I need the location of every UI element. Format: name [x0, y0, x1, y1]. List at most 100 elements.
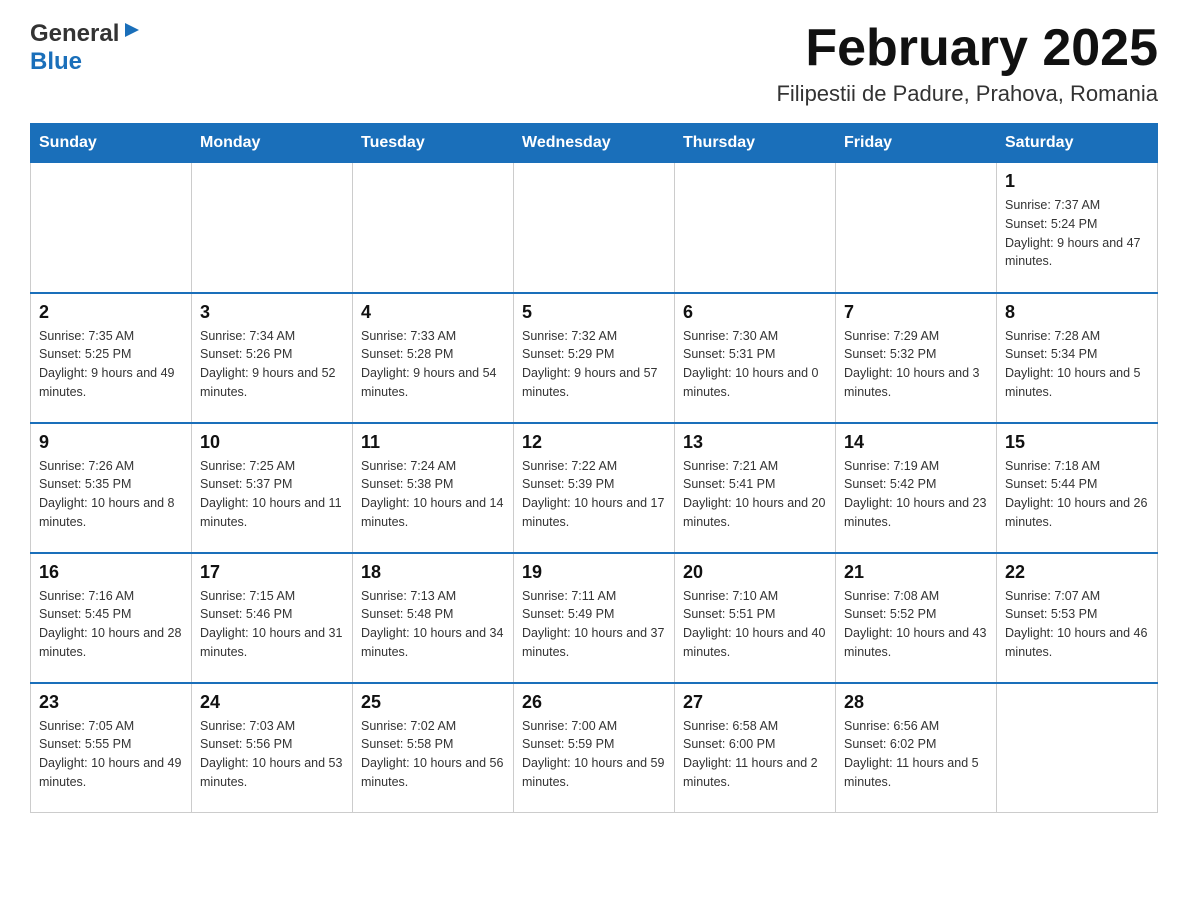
- calendar-cell: 4Sunrise: 7:33 AMSunset: 5:28 PMDaylight…: [353, 293, 514, 423]
- day-number: 22: [1005, 562, 1149, 583]
- header-friday: Friday: [836, 124, 997, 163]
- calendar-cell: 20 Sunrise: 7:10 AMSunset: 5:51 PMDayligh…: [675, 553, 836, 683]
- logo-blue-text: Blue: [30, 48, 82, 76]
- day-number: 14: [844, 432, 988, 453]
- day-info: Sunrise: 7:03 AMSunset: 5:56 PMDaylight:…: [200, 717, 344, 792]
- day-info: Sunrise: 7:07 AMSunset: 5:53 PMDaylight:…: [1005, 587, 1149, 662]
- day-number: 3: [200, 302, 344, 323]
- day-number: 8: [1005, 302, 1149, 323]
- calendar-cell: 25Sunrise: 7:02 AMSunset: 5:58 PMDayligh…: [353, 683, 514, 813]
- day-info: Sunrise: 7:13 AMSunset: 5:48 PMDaylight:…: [361, 587, 505, 662]
- calendar-cell: 15 Sunrise: 7:18 AMSunset: 5:44 PMDayligh…: [997, 423, 1158, 553]
- header-tuesday: Tuesday: [353, 124, 514, 163]
- calendar-cell: 17 Sunrise: 7:15 AMSunset: 5:46 PMDayligh…: [192, 553, 353, 683]
- day-number: 10: [200, 432, 344, 453]
- logo-general-text: General: [30, 20, 119, 48]
- calendar-cell: 19 Sunrise: 7:11 AMSunset: 5:49 PMDayligh…: [514, 553, 675, 683]
- day-number: 21: [844, 562, 988, 583]
- calendar-cell: [192, 163, 353, 293]
- title-block: February 2025 Filipestii de Padure, Prah…: [776, 20, 1158, 107]
- day-info: Sunrise: 7:19 AMSunset: 5:42 PMDaylight:…: [844, 457, 988, 532]
- calendar-cell: 16 Sunrise: 7:16 AMSunset: 5:45 PMDayligh…: [31, 553, 192, 683]
- calendar-cell: 7Sunrise: 7:29 AMSunset: 5:32 PMDaylight…: [836, 293, 997, 423]
- calendar-cell: 11Sunrise: 7:24 AMSunset: 5:38 PMDayligh…: [353, 423, 514, 553]
- calendar-table: Sunday Monday Tuesday Wednesday Thursday…: [30, 123, 1158, 813]
- day-number: 24: [200, 692, 344, 713]
- day-info: Sunrise: 7:33 AMSunset: 5:28 PMDaylight:…: [361, 327, 505, 402]
- day-number: 20: [683, 562, 827, 583]
- day-info: Sunrise: 7:28 AMSunset: 5:34 PMDaylight:…: [1005, 327, 1149, 402]
- calendar-cell: [31, 163, 192, 293]
- calendar-cell: 9 Sunrise: 7:26 AMSunset: 5:35 PMDaylight…: [31, 423, 192, 553]
- calendar-cell: 28Sunrise: 6:56 AMSunset: 6:02 PMDayligh…: [836, 683, 997, 813]
- day-info: Sunrise: 7:24 AMSunset: 5:38 PMDaylight:…: [361, 457, 505, 532]
- logo-chevron-icon: [123, 21, 141, 44]
- day-info: Sunrise: 7:08 AMSunset: 5:52 PMDaylight:…: [844, 587, 988, 662]
- calendar-week-row: 16 Sunrise: 7:16 AMSunset: 5:45 PMDayligh…: [31, 553, 1158, 683]
- day-info: Sunrise: 7:21 AMSunset: 5:41 PMDaylight:…: [683, 457, 827, 532]
- day-number: 19: [522, 562, 666, 583]
- calendar-cell: [675, 163, 836, 293]
- page-title: February 2025: [776, 20, 1158, 77]
- day-number: 6: [683, 302, 827, 323]
- day-number: 9: [39, 432, 183, 453]
- calendar-cell: 10 Sunrise: 7:25 AMSunset: 5:37 PMDayligh…: [192, 423, 353, 553]
- day-number: 18: [361, 562, 505, 583]
- calendar-header-row: Sunday Monday Tuesday Wednesday Thursday…: [31, 124, 1158, 163]
- day-number: 1: [1005, 171, 1149, 192]
- day-info: Sunrise: 7:22 AMSunset: 5:39 PMDaylight:…: [522, 457, 666, 532]
- page-subtitle: Filipestii de Padure, Prahova, Romania: [776, 81, 1158, 107]
- calendar-cell: 18 Sunrise: 7:13 AMSunset: 5:48 PMDayligh…: [353, 553, 514, 683]
- calendar-cell: 14 Sunrise: 7:19 AMSunset: 5:42 PMDayligh…: [836, 423, 997, 553]
- calendar-cell: 2 Sunrise: 7:35 AMSunset: 5:25 PMDaylight…: [31, 293, 192, 423]
- day-info: Sunrise: 7:34 AMSunset: 5:26 PMDaylight:…: [200, 327, 344, 402]
- day-info: Sunrise: 7:16 AMSunset: 5:45 PMDaylight:…: [39, 587, 183, 662]
- day-info: Sunrise: 7:37 AMSunset: 5:24 PMDaylight:…: [1005, 196, 1149, 271]
- calendar-cell: 3 Sunrise: 7:34 AMSunset: 5:26 PMDaylight…: [192, 293, 353, 423]
- day-info: Sunrise: 7:26 AMSunset: 5:35 PMDaylight:…: [39, 457, 183, 532]
- calendar-week-row: 9 Sunrise: 7:26 AMSunset: 5:35 PMDaylight…: [31, 423, 1158, 553]
- logo: General Blue: [30, 20, 141, 76]
- header-thursday: Thursday: [675, 124, 836, 163]
- calendar-cell: 22 Sunrise: 7:07 AMSunset: 5:53 PMDayligh…: [997, 553, 1158, 683]
- calendar-cell: [353, 163, 514, 293]
- day-number: 23: [39, 692, 183, 713]
- calendar-cell: [514, 163, 675, 293]
- calendar-week-row: 23 Sunrise: 7:05 AMSunset: 5:55 PMDayligh…: [31, 683, 1158, 813]
- day-info: Sunrise: 7:15 AMSunset: 5:46 PMDaylight:…: [200, 587, 344, 662]
- calendar-cell: 13 Sunrise: 7:21 AMSunset: 5:41 PMDayligh…: [675, 423, 836, 553]
- calendar-cell: 23 Sunrise: 7:05 AMSunset: 5:55 PMDayligh…: [31, 683, 192, 813]
- calendar-week-row: 2 Sunrise: 7:35 AMSunset: 5:25 PMDaylight…: [31, 293, 1158, 423]
- day-info: Sunrise: 7:10 AMSunset: 5:51 PMDaylight:…: [683, 587, 827, 662]
- day-info: Sunrise: 7:32 AMSunset: 5:29 PMDaylight:…: [522, 327, 666, 402]
- calendar-cell: 6Sunrise: 7:30 AMSunset: 5:31 PMDaylight…: [675, 293, 836, 423]
- calendar-cell: 8 Sunrise: 7:28 AMSunset: 5:34 PMDaylight…: [997, 293, 1158, 423]
- day-info: Sunrise: 7:25 AMSunset: 5:37 PMDaylight:…: [200, 457, 344, 532]
- day-info: Sunrise: 7:00 AMSunset: 5:59 PMDaylight:…: [522, 717, 666, 792]
- calendar-cell: 27 Sunrise: 6:58 AMSunset: 6:00 PMDayligh…: [675, 683, 836, 813]
- calendar-cell: [836, 163, 997, 293]
- day-number: 5: [522, 302, 666, 323]
- day-info: Sunrise: 7:18 AMSunset: 5:44 PMDaylight:…: [1005, 457, 1149, 532]
- day-info: Sunrise: 7:11 AMSunset: 5:49 PMDaylight:…: [522, 587, 666, 662]
- calendar-cell: 5 Sunrise: 7:32 AMSunset: 5:29 PMDaylight…: [514, 293, 675, 423]
- day-number: 2: [39, 302, 183, 323]
- day-number: 17: [200, 562, 344, 583]
- calendar-cell: [997, 683, 1158, 813]
- header-sunday: Sunday: [31, 124, 192, 163]
- day-number: 12: [522, 432, 666, 453]
- day-number: 15: [1005, 432, 1149, 453]
- header-saturday: Saturday: [997, 124, 1158, 163]
- day-number: 16: [39, 562, 183, 583]
- calendar-cell: 1 Sunrise: 7:37 AMSunset: 5:24 PMDaylight…: [997, 163, 1158, 293]
- day-info: Sunrise: 7:02 AMSunset: 5:58 PMDaylight:…: [361, 717, 505, 792]
- calendar-week-row: 1 Sunrise: 7:37 AMSunset: 5:24 PMDaylight…: [31, 163, 1158, 293]
- day-number: 27: [683, 692, 827, 713]
- day-info: Sunrise: 7:35 AMSunset: 5:25 PMDaylight:…: [39, 327, 183, 402]
- day-number: 7: [844, 302, 988, 323]
- day-number: 13: [683, 432, 827, 453]
- day-info: Sunrise: 7:05 AMSunset: 5:55 PMDaylight:…: [39, 717, 183, 792]
- calendar-cell: 21 Sunrise: 7:08 AMSunset: 5:52 PMDayligh…: [836, 553, 997, 683]
- day-info: Sunrise: 6:56 AMSunset: 6:02 PMDaylight:…: [844, 717, 988, 792]
- day-info: Sunrise: 6:58 AMSunset: 6:00 PMDaylight:…: [683, 717, 827, 792]
